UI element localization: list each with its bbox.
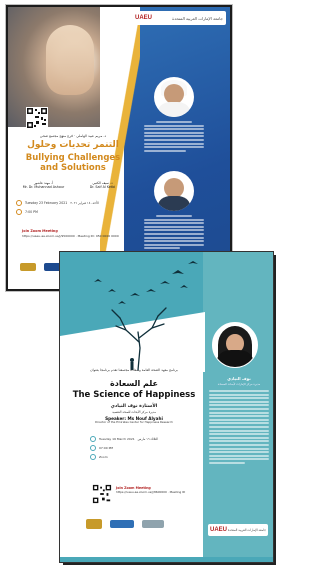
- time-row: 7:00 PM: [16, 209, 130, 215]
- platform-row: Zoom: [90, 454, 190, 460]
- event-info: Tuesday 16 March 2021 الثلاثاء ١٦ مارس 0…: [90, 436, 190, 463]
- clock-icon: [90, 445, 96, 451]
- speaker-bio: [209, 390, 269, 465]
- join-zoom-title[interactable]: Join Zoom Meeting: [22, 229, 122, 233]
- poster-title-arabic: التنمر تحديات وحلول: [27, 140, 119, 150]
- date-row: Tuesday 16 March 2021 الثلاثاء ١٦ مارس: [90, 436, 190, 442]
- poster-kicker: برنامج معهد الصحة العامة وسعادة مجتمعنا …: [90, 368, 178, 372]
- speaker-right-name-en: Dr. Saif Al Ketbi: [89, 185, 116, 189]
- raised-hand-image: [46, 25, 94, 95]
- emblem-logo: [20, 263, 36, 271]
- uaeu-logo: UAEU: [210, 527, 228, 533]
- uaeu-logo-arabic: جامعة الإمارات العربية المتحدة: [227, 528, 266, 532]
- qr-code-icon[interactable]: [26, 107, 48, 129]
- uaeu-logo-strip: UAEU جامعة الإمارات العربية المتحدة: [132, 11, 226, 25]
- poster-title-english: The Science of Happiness: [72, 390, 196, 400]
- uaeu-logo: UAEU: [135, 15, 153, 21]
- date-row: Tuesday 23 February 2021 الأحد، ١٤ فبراي…: [16, 200, 130, 206]
- tree-and-birds-illustration: [94, 261, 198, 371]
- avatar-body: [158, 101, 190, 117]
- speaker-avatar-1: [154, 77, 194, 117]
- partner-logo-2: [142, 520, 164, 528]
- calendar-icon: [90, 436, 96, 442]
- poster-bullying-page: UAEU جامعة الإمارات العربية المتحدة د. م…: [8, 7, 230, 289]
- event-info: Tuesday 23 February 2021 الأحد، ١٤ فبراي…: [16, 200, 130, 218]
- clock-icon: [16, 209, 22, 215]
- event-date: Tuesday 16 March 2021: [99, 437, 135, 441]
- event-platform: Zoom: [99, 455, 108, 459]
- calendar-icon: [16, 200, 22, 206]
- speaker-left: أ. مهند عاشور Mr. Dr. Muhannad Ashour: [16, 181, 71, 189]
- avatar-body: [217, 350, 253, 367]
- event-date-ar: الأحد، ١٤ فبراير ٢٠٢١: [70, 201, 99, 205]
- join-zoom-details[interactable]: https://uaeu-ae.zoom.us/j/9500000 · Meet…: [22, 234, 122, 238]
- speaker-left-name-en: Mr. Dr. Muhannad Ashour: [22, 185, 65, 189]
- time-row: 07:00 PM: [90, 445, 190, 451]
- poster-bullying: UAEU جامعة الإمارات العربية المتحدة د. م…: [6, 5, 232, 291]
- poster-happiness: نوف النيادي مديرة مركز الإمارات لأبحاث ا…: [60, 252, 273, 562]
- speaker-role-en: Director of the Emirates Center for Happ…: [95, 420, 173, 424]
- teal-bottom-bar: [60, 557, 273, 562]
- speaker-name-ar: الأستاذة نوف النيادي: [110, 404, 158, 409]
- uaeu-logo-arabic: جامعة الإمارات العربية المتحدة: [172, 15, 223, 21]
- footer-logos: [86, 517, 196, 531]
- partner-logo: [110, 520, 134, 528]
- poster-kicker: د. مريم عبيد الهاملي · فرع منهج مجتمع صح…: [39, 134, 107, 138]
- qr-code-icon[interactable]: [92, 484, 112, 504]
- event-time: 07:00 PM: [99, 446, 113, 450]
- speaker-bio-2: [144, 215, 204, 251]
- speaker-role-ar: مديرة مركز الأبحاث للصحة النفسية: [112, 410, 156, 414]
- speaker-bio-1: [144, 121, 204, 153]
- side-speaker-name: نوف النيادي: [227, 376, 251, 381]
- join-zoom-details[interactable]: https://uaeu-ae.zoom.us/j/8600000 · Meet…: [116, 490, 201, 495]
- video-icon: [90, 454, 96, 460]
- poster-title-arabic: علم السعادة: [109, 379, 159, 388]
- event-date-ar: الثلاثاء ١٦ مارس: [137, 437, 159, 441]
- uaeu-logo-strip: UAEU جامعة الإمارات العربية المتحدة: [208, 524, 268, 536]
- event-time: 7:00 PM: [25, 210, 38, 214]
- speakers-row: أ. مهند عاشور Mr. Dr. Muhannad Ashour د.…: [16, 181, 130, 189]
- event-date: Tuesday 23 February 2021: [25, 201, 68, 205]
- speaker-avatar-2: [154, 171, 194, 211]
- speaker-avatar: [212, 322, 258, 368]
- avatar-body: [158, 195, 190, 211]
- poster-title-english: Bullying Challenges and Solutions: [25, 153, 121, 173]
- speaker-right: د. سيف الكتبي Dr. Saif Al Ketbi: [75, 181, 130, 189]
- emblem-logo: [86, 519, 102, 529]
- side-speaker-role: مديرة مركز الإمارات لأبحاث السعادة: [217, 382, 261, 386]
